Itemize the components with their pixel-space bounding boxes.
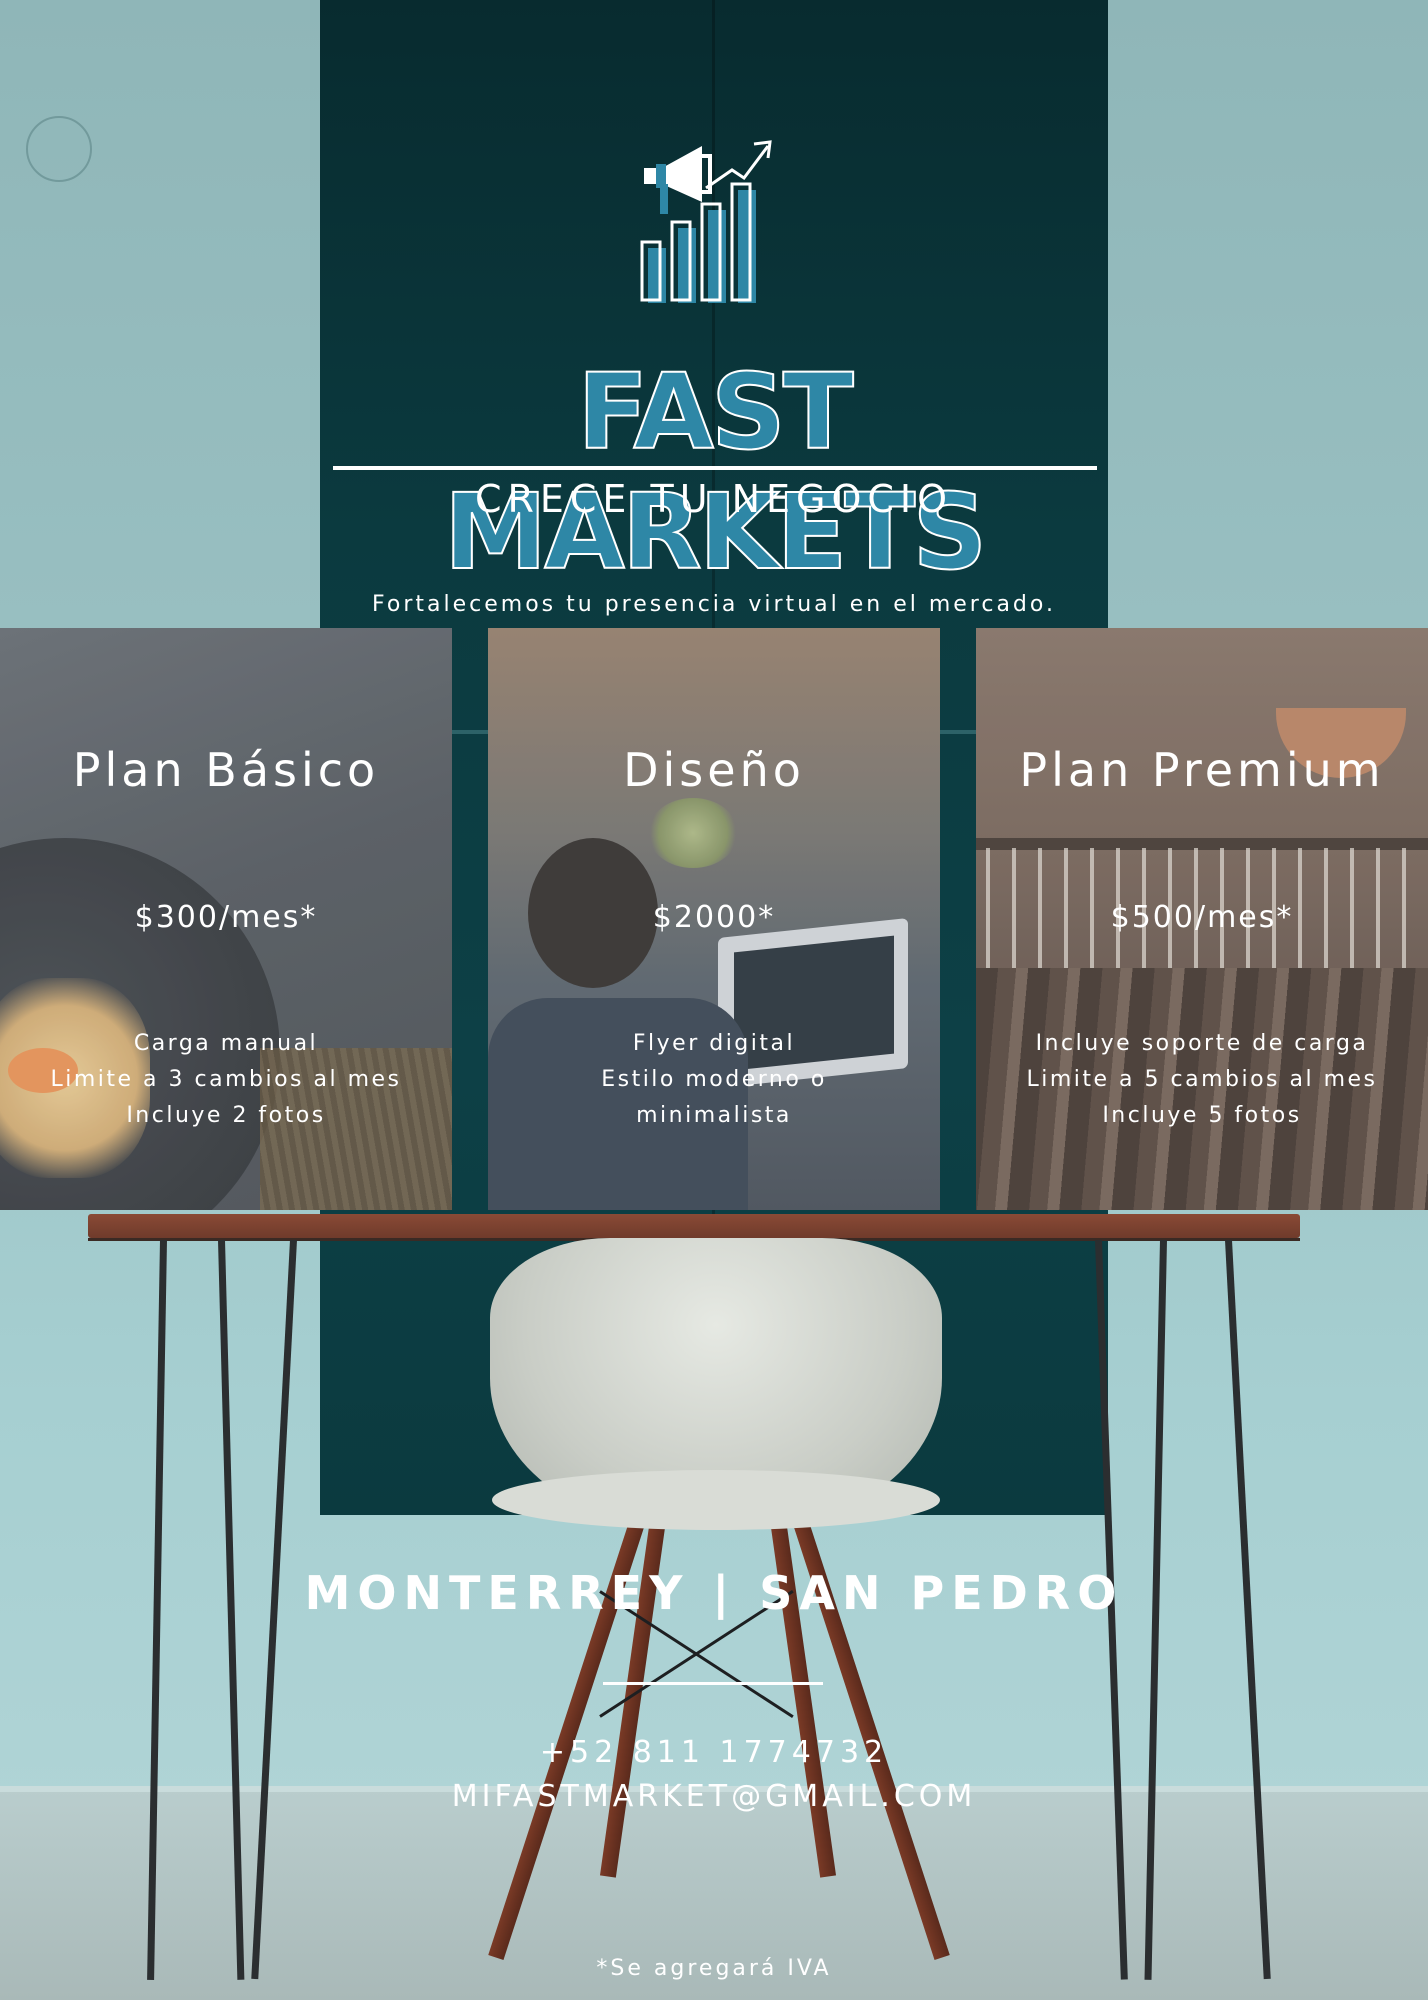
title-divider bbox=[333, 466, 1097, 470]
chair-seat-rim bbox=[492, 1470, 940, 1530]
poster: FAST MARKETS CRECE TU NEGOCIO Fortalecem… bbox=[0, 0, 1428, 2000]
plan-card-basico: Plan Básico $300/mes* Carga manual Limit… bbox=[0, 628, 452, 1210]
plan-feature: Incluye soporte de carga bbox=[1035, 1031, 1369, 1056]
growth-arrow bbox=[705, 140, 772, 190]
wall-outlet bbox=[26, 116, 92, 182]
plan-features: Carga manual Limite a 3 cambios al mes I… bbox=[0, 1026, 452, 1134]
plan-features: Incluye soporte de carga Limite a 5 camb… bbox=[976, 1026, 1428, 1134]
plan-feature: Limite a 5 cambios al mes bbox=[1026, 1067, 1378, 1092]
brand-title: FAST MARKETS bbox=[443, 351, 989, 593]
plan-feature: Estilo moderno o bbox=[601, 1067, 827, 1092]
plan-price: $2000* bbox=[652, 900, 776, 935]
plan-price: $300/mes* bbox=[134, 900, 318, 935]
plan-feature: Incluye 5 fotos bbox=[1102, 1103, 1302, 1128]
plan-features: Flyer digital Estilo moderno o minimalis… bbox=[488, 1026, 940, 1134]
plan-title: Plan Premium bbox=[1019, 743, 1385, 797]
plan-card-premium: Plan Premium $500/mes* Incluye soporte d… bbox=[976, 628, 1428, 1210]
megaphone bbox=[644, 146, 712, 214]
plan-feature: Carga manual bbox=[133, 1031, 319, 1056]
location-text: MONTERREY | SAN PEDRO bbox=[304, 1566, 1124, 1620]
tax-note: *Se agregará IVA bbox=[596, 1956, 832, 1981]
plan-feature: Incluye 2 fotos bbox=[126, 1103, 326, 1128]
plan-feature: Limite a 3 cambios al mes bbox=[50, 1067, 402, 1092]
desk-top bbox=[88, 1214, 1300, 1238]
plan-feature: Flyer digital bbox=[632, 1031, 796, 1056]
plan-price: $500/mes* bbox=[1110, 900, 1294, 935]
plan-feature: minimalista bbox=[636, 1103, 792, 1128]
plan-title: Diseño bbox=[623, 743, 805, 797]
brand-subtitle: CRECE TU NEGOCIO bbox=[474, 477, 954, 521]
plan-title: Plan Básico bbox=[72, 743, 380, 797]
megaphone-growth-chart-icon bbox=[640, 140, 772, 303]
brand-tagline: Fortalecemos tu presencia virtual en el … bbox=[372, 592, 1056, 617]
growth-bars bbox=[640, 182, 756, 303]
contact-divider bbox=[603, 1682, 823, 1685]
email-address: MIFASTMARKET@GMAIL.COM bbox=[451, 1779, 977, 1814]
phone-number: +52 811 1774732 bbox=[539, 1735, 889, 1770]
plan-card-diseno: Diseño $2000* Flyer digital Estilo moder… bbox=[488, 628, 940, 1210]
